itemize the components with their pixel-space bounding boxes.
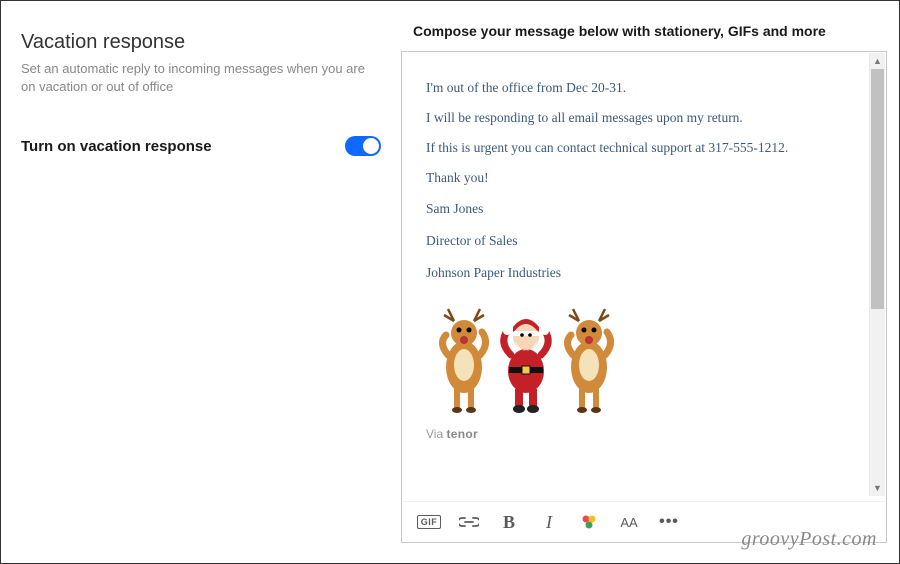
- bold-button[interactable]: B: [498, 512, 520, 532]
- section-description: Set an automatic reply to incoming messa…: [21, 60, 381, 96]
- text-size-button[interactable]: AA: [618, 512, 640, 532]
- more-options-button[interactable]: •••: [658, 512, 680, 532]
- scroll-down-arrow-icon[interactable]: ▼: [870, 480, 885, 496]
- color-picker-icon[interactable]: [578, 512, 600, 532]
- gif-attribution: Via tenor: [426, 427, 862, 441]
- compose-panel: Compose your message below with statione…: [401, 1, 899, 563]
- message-line: I'm out of the office from Dec 20-31.: [426, 80, 862, 96]
- message-editor: I'm out of the office from Dec 20-31. I …: [401, 51, 887, 543]
- settings-left-panel: Vacation response Set an automatic reply…: [1, 1, 401, 563]
- signature-title: Director of Sales: [426, 232, 862, 250]
- scrollbar-thumb[interactable]: [871, 69, 884, 309]
- toggle-label: Turn on vacation response: [21, 138, 212, 155]
- message-textarea[interactable]: I'm out of the office from Dec 20-31. I …: [402, 52, 886, 501]
- vacation-response-toggle[interactable]: [345, 136, 381, 156]
- signature-company: Johnson Paper Industries: [426, 264, 862, 282]
- editor-scrollbar[interactable]: ▲ ▼: [869, 53, 885, 496]
- italic-button[interactable]: I: [538, 512, 560, 532]
- message-line: Thank you!: [426, 170, 862, 186]
- santa-reindeer-gif[interactable]: [426, 297, 626, 417]
- signature-name: Sam Jones: [426, 200, 862, 218]
- vacation-toggle-row: Turn on vacation response: [21, 136, 381, 156]
- message-line: I will be responding to all email messag…: [426, 110, 862, 126]
- section-title: Vacation response: [21, 31, 381, 54]
- compose-heading: Compose your message below with statione…: [401, 23, 887, 39]
- scroll-up-arrow-icon[interactable]: ▲: [870, 53, 885, 69]
- signature-block: Sam Jones Director of Sales Johnson Pape…: [426, 200, 862, 283]
- editor-toolbar: GIF B I: [402, 501, 886, 542]
- link-icon[interactable]: [458, 512, 480, 532]
- message-line: If this is urgent you can contact techni…: [426, 140, 862, 156]
- gif-button[interactable]: GIF: [418, 512, 440, 532]
